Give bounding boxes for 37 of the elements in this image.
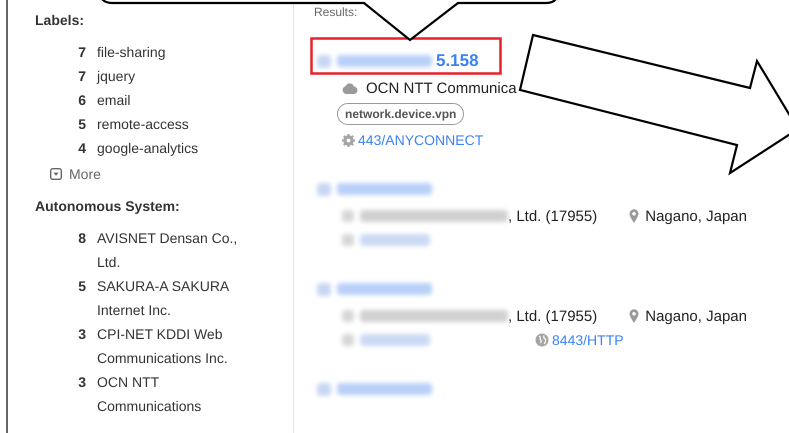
facet-link[interactable]: google-analytics [97,136,198,160]
section-heading: Autonomous System: [35,198,181,214]
location-text: Nagano, Japan [645,208,747,224]
facet-count: 7 [77,43,87,62]
facet-count: 5 [77,115,87,134]
facet-count: 5 [77,277,87,296]
location-text: Nagano, Japan [645,308,747,324]
globe-icon [535,333,549,347]
facet-count: 3 [77,325,87,344]
port-link[interactable]: 443/ANYCONNECT [342,132,484,148]
port-link[interactable]: 8443/HTTP [535,332,624,348]
facet-count: 8 [77,229,87,248]
facet-count: 7 [77,67,87,86]
facet-count: 3 [77,373,87,392]
facet-link[interactable]: AVISNET Densan Co., Ltd. [97,226,260,274]
cloud-icon [342,82,358,94]
results-label: Results: [314,5,358,21]
facet-link[interactable]: OCN NTT Communications [97,370,260,418]
facet-link[interactable]: jquery [97,64,136,88]
organization-text: , Ltd. (17955) [508,208,598,224]
location-pin-icon [629,309,640,323]
gear-icon [342,134,355,146]
facet-link[interactable]: file-sharing [97,40,166,64]
facet-count: 4 [77,139,87,158]
organization-text: , Ltd. (17955) [508,308,598,324]
facet-count: 6 [77,91,87,110]
more-link[interactable]: More [50,164,101,184]
tag-chip[interactable]: network.device.vpn [337,103,464,125]
section-heading: Labels: [35,12,86,28]
facet-link[interactable]: email [97,88,130,112]
expand-icon [50,168,62,180]
location-pin-icon [629,209,640,223]
organization-text: OCN NTT Communica [366,80,517,96]
facet-link[interactable]: SAKURA-A SAKURA Internet Inc. [97,274,260,322]
facet-link[interactable]: CPI-NET KDDI Web Communications Inc. [97,322,260,370]
ip-link[interactable]: 5.158 [436,51,479,71]
facet-link[interactable]: remote-access [97,112,189,136]
